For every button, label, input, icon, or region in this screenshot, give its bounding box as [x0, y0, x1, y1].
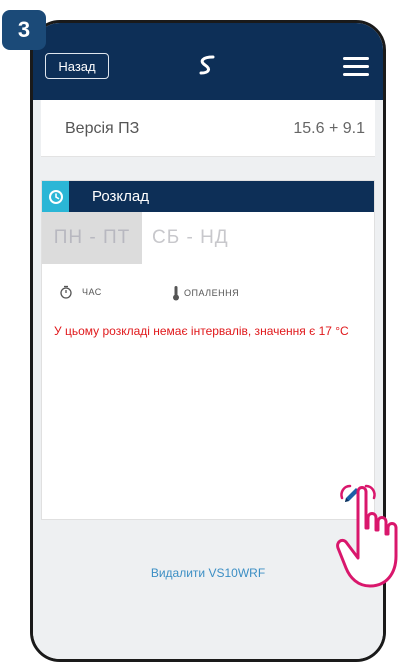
pointing-hand-icon	[336, 484, 398, 588]
version-card: Версія ПЗ 15.6 + 9.1	[41, 100, 375, 157]
tab-weekend[interactable]: СБ - НД	[152, 212, 242, 264]
schedule-card: Розклад ПН - ПТ СБ - НД ЧАС ОПАЛЕННЯ У ц…	[41, 180, 375, 520]
phone-frame: Назад Версія ПЗ 15.6 + 9.1 Розклад ПН - …	[30, 20, 386, 662]
hamburger-icon[interactable]	[343, 57, 369, 76]
version-label: Версія ПЗ	[65, 120, 140, 137]
time-label: ЧАС	[82, 287, 102, 297]
brand-logo-icon	[199, 55, 215, 75]
schedule-title: Розклад	[92, 188, 149, 205]
clock-refresh-icon	[42, 181, 69, 212]
step-badge: 3	[2, 10, 46, 50]
heating-label: ОПАЛЕННЯ	[184, 288, 240, 298]
heating-column-header: ОПАЛЕННЯ	[172, 285, 239, 301]
delete-device-link[interactable]: Видалити VS10WRF	[33, 566, 383, 580]
back-button[interactable]: Назад	[45, 53, 109, 79]
top-bar: Назад	[33, 23, 383, 100]
thermometer-icon	[173, 286, 179, 301]
time-column-header: ЧАС	[60, 285, 102, 299]
version-value: 15.6 + 9.1	[293, 120, 365, 137]
empty-schedule-notice: У цьому розкладі немає інтервалів, значе…	[54, 324, 349, 338]
content-area: Версія ПЗ 15.6 + 9.1 Розклад ПН - ПТ СБ …	[33, 100, 383, 659]
tab-weekdays[interactable]: ПН - ПТ	[42, 212, 142, 264]
stopwatch-icon	[60, 285, 72, 299]
schedule-header: Розклад	[42, 181, 374, 212]
